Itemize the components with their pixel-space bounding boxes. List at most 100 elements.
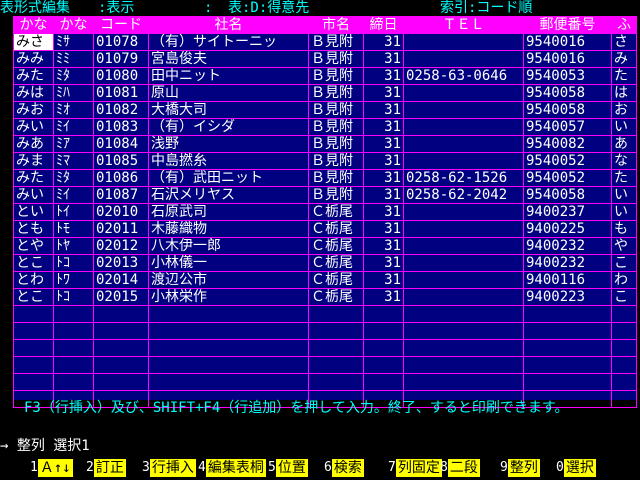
table-cell[interactable]: 0258-62-1526 [403, 169, 524, 187]
column-header-furigana[interactable]: ふ [611, 16, 637, 34]
table-cell[interactable]: 9540058 [523, 186, 612, 204]
table-row[interactable]: みた ﾐﾀ 01080 田中ニット Ｂ見附 31 0258-63-0646 9540053 た [13, 67, 637, 85]
empty-cell[interactable] [148, 373, 309, 391]
table-cell[interactable]: 31 [363, 118, 404, 136]
empty-cell[interactable] [611, 356, 637, 374]
function-key-6[interactable]: 6 検索 [324, 459, 364, 477]
table-cell[interactable]: 31 [363, 220, 404, 238]
table-cell[interactable] [403, 50, 524, 68]
table-cell[interactable]: こ [611, 288, 637, 306]
table-cell[interactable]: 木藤織物 [148, 220, 309, 238]
table-row[interactable]: みは ﾐﾊ 01081 原山 Ｂ見附 31 9540058 は [13, 84, 637, 102]
table-cell[interactable]: みい [13, 118, 54, 136]
table-cell[interactable]: ﾐﾏ [53, 152, 94, 170]
function-key-3[interactable]: 3 行挿入 [142, 459, 196, 477]
table-cell[interactable]: とい [13, 203, 54, 221]
table-cell[interactable]: Ｃ栃尾 [308, 288, 364, 306]
empty-cell[interactable] [363, 305, 404, 323]
table-cell[interactable] [403, 237, 524, 255]
empty-cell[interactable] [93, 305, 149, 323]
function-key-0[interactable]: 0 選択 [556, 459, 596, 477]
table-row[interactable]: とこ ﾄｺ 02015 小林栄作 Ｃ栃尾 31 9400223 こ [13, 288, 637, 306]
table-row[interactable]: とも ﾄﾓ 02011 木藤織物 Ｃ栃尾 31 9400225 も [13, 220, 637, 238]
empty-cell[interactable] [148, 305, 309, 323]
table-cell[interactable]: みみ [13, 50, 54, 68]
table-cell[interactable]: 9400225 [523, 220, 612, 238]
table-cell[interactable]: 9540082 [523, 135, 612, 153]
empty-cell[interactable] [403, 356, 524, 374]
table-cell[interactable]: 9540016 [523, 33, 612, 51]
empty-cell[interactable] [403, 373, 524, 391]
table-cell[interactable]: 9400116 [523, 271, 612, 289]
table-cell[interactable]: あ [611, 135, 637, 153]
empty-cell[interactable] [13, 322, 54, 340]
function-key-1[interactable]: 1 Ａ↑↓ [30, 459, 73, 477]
data-grid[interactable]: かな かな コード 社名 市名 締日 ＴＥＬ 郵便番号 ふ みさ ﾐｻ 01078 （… [13, 16, 637, 408]
table-row[interactable]: とわ ﾄﾜ 02014 渡辺公市 Ｃ栃尾 31 9400116 わ [13, 271, 637, 289]
table-cell[interactable]: 八木伊一郎 [148, 237, 309, 255]
table-cell[interactable]: 01086 [93, 169, 149, 187]
table-cell[interactable]: 9540058 [523, 84, 612, 102]
column-header-tel[interactable]: ＴＥＬ [403, 16, 524, 34]
column-header-closing-day[interactable]: 締日 [363, 16, 404, 34]
empty-cell[interactable] [611, 339, 637, 357]
empty-cell[interactable] [611, 305, 637, 323]
table-cell[interactable]: ﾄﾔ [53, 237, 94, 255]
table-cell[interactable]: な [611, 152, 637, 170]
empty-cell[interactable] [523, 322, 612, 340]
empty-cell[interactable] [308, 339, 364, 357]
empty-cell[interactable] [523, 305, 612, 323]
column-header-code[interactable]: コード [93, 16, 149, 34]
table-cell[interactable]: 31 [363, 101, 404, 119]
table-cell[interactable]: Ｃ栃尾 [308, 220, 364, 238]
table-cell[interactable]: みあ [13, 135, 54, 153]
table-cell[interactable]: 31 [363, 135, 404, 153]
function-key-4[interactable]: 4 編集表桐 [198, 459, 266, 477]
empty-row[interactable] [13, 305, 637, 323]
table-cell[interactable]: みは [13, 84, 54, 102]
empty-cell[interactable] [53, 322, 94, 340]
table-cell[interactable]: 31 [363, 186, 404, 204]
table-cell[interactable]: Ｂ見附 [308, 33, 364, 51]
table-cell[interactable] [403, 203, 524, 221]
table-cell[interactable]: 31 [363, 50, 404, 68]
table-cell[interactable]: みた [13, 169, 54, 187]
empty-row[interactable] [13, 373, 637, 391]
empty-cell[interactable] [148, 322, 309, 340]
table-cell[interactable]: 石沢メリヤス [148, 186, 309, 204]
table-cell[interactable]: Ｂ見附 [308, 152, 364, 170]
table-cell[interactable]: 01084 [93, 135, 149, 153]
table-cell[interactable]: 01085 [93, 152, 149, 170]
table-cell[interactable]: Ｂ見附 [308, 101, 364, 119]
empty-cell[interactable] [308, 305, 364, 323]
table-row[interactable]: みい ﾐｲ 01083 （有）イシダ Ｂ見附 31 9540057 い [13, 118, 637, 136]
table-cell[interactable]: とこ [13, 288, 54, 306]
empty-cell[interactable] [13, 339, 54, 357]
table-cell[interactable]: 02013 [93, 254, 149, 272]
table-cell[interactable]: や [611, 237, 637, 255]
empty-cell[interactable] [53, 339, 94, 357]
table-cell[interactable]: とや [13, 237, 54, 255]
empty-cell[interactable] [363, 373, 404, 391]
empty-cell[interactable] [403, 339, 524, 357]
table-cell[interactable] [403, 33, 524, 51]
table-cell[interactable]: みお [13, 101, 54, 119]
table-cell[interactable]: ﾐﾀ [53, 169, 94, 187]
empty-cell[interactable] [13, 356, 54, 374]
table-row[interactable]: みみ ﾐﾐ 01079 宮島俊夫 Ｂ見附 31 9540016 み [13, 50, 637, 68]
table-row[interactable]: とこ ﾄｺ 02013 小林儀一 Ｃ栃尾 31 9400232 こ [13, 254, 637, 272]
table-cell[interactable]: 31 [363, 271, 404, 289]
empty-cell[interactable] [611, 322, 637, 340]
table-cell[interactable]: Ｃ栃尾 [308, 254, 364, 272]
empty-cell[interactable] [148, 339, 309, 357]
table-cell[interactable]: ﾐｲ [53, 186, 94, 204]
empty-cell[interactable] [523, 356, 612, 374]
table-row[interactable]: みあ ﾐｱ 01084 浅野 Ｂ見附 31 9540082 あ [13, 135, 637, 153]
table-cell[interactable]: Ｂ見附 [308, 169, 364, 187]
table-cell[interactable]: 31 [363, 67, 404, 85]
empty-cell[interactable] [93, 322, 149, 340]
table-cell[interactable]: 02011 [93, 220, 149, 238]
table-cell[interactable]: 中島撚糸 [148, 152, 309, 170]
function-key-8[interactable]: 8 二段 [440, 459, 480, 477]
table-row[interactable]: とや ﾄﾔ 02012 八木伊一郎 Ｃ栃尾 31 9400232 や [13, 237, 637, 255]
